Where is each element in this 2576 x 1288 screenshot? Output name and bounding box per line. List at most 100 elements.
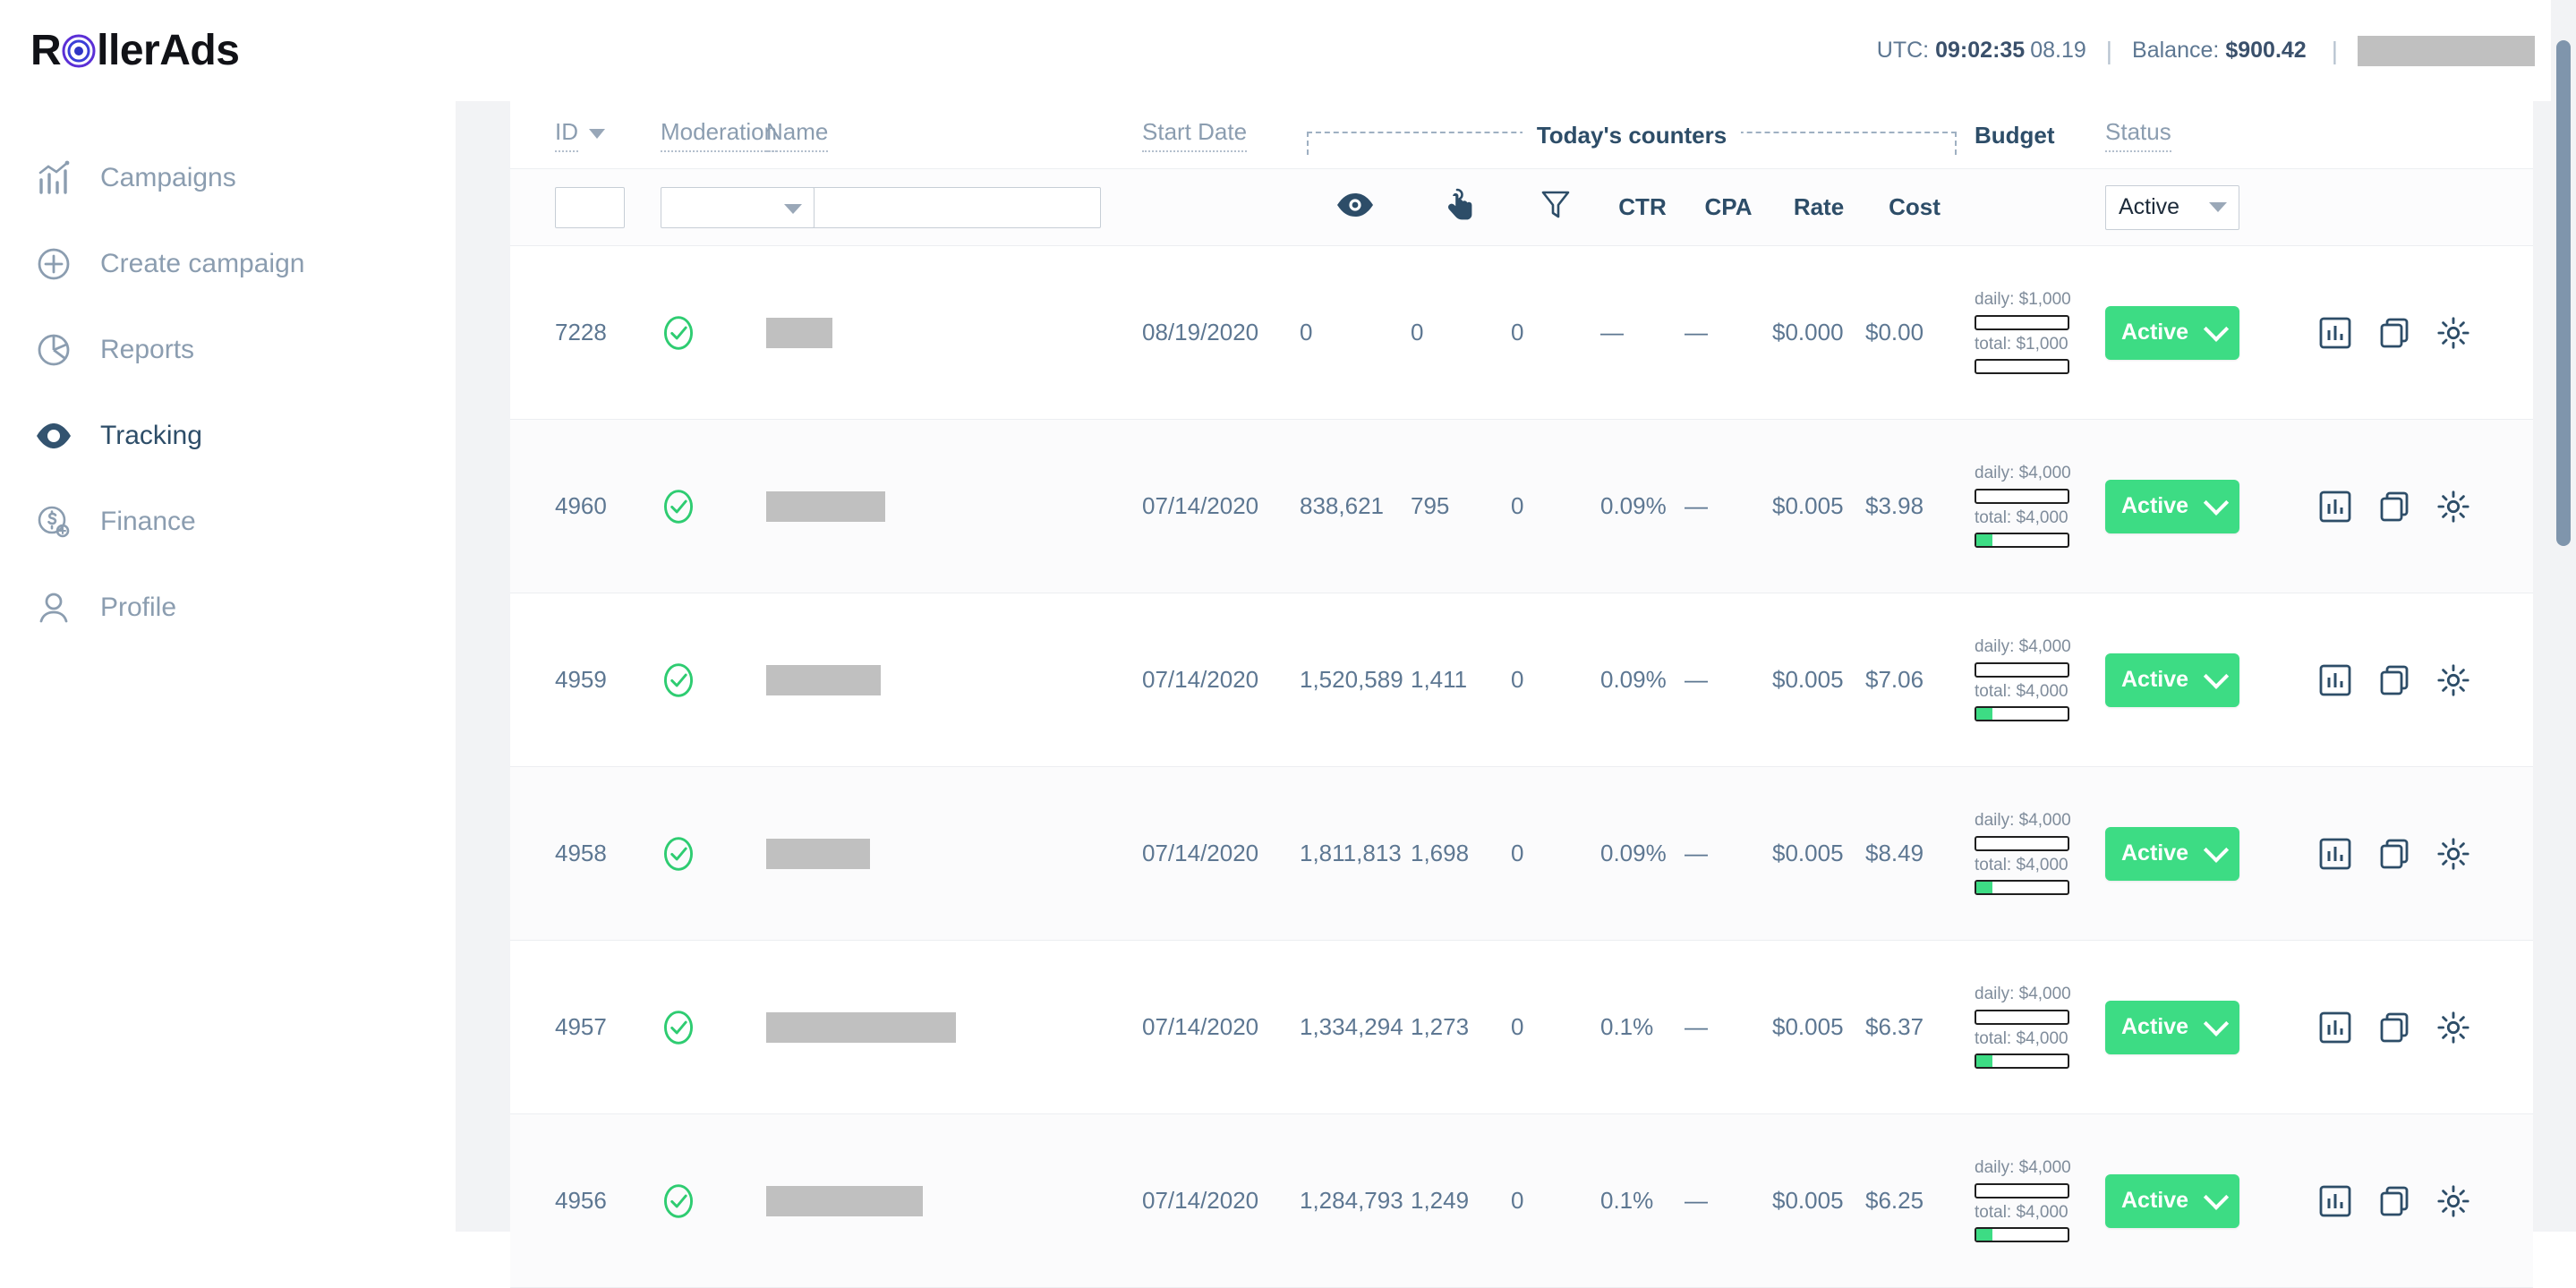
cell-name[interactable] xyxy=(766,1012,1142,1043)
stats-icon[interactable] xyxy=(2318,837,2352,871)
copy-icon[interactable] xyxy=(2377,1011,2411,1045)
cell-start-date: 07/14/2020 xyxy=(1142,492,1300,520)
cell-name[interactable] xyxy=(766,665,1142,695)
counter-header-cpa[interactable]: CPA xyxy=(1685,193,1772,221)
gear-icon[interactable] xyxy=(2436,1011,2470,1045)
table-row[interactable]: 4958 07/14/2020 1,811,813 1,698 0 0.09% … xyxy=(510,767,2533,941)
pie-chart-icon xyxy=(32,328,75,371)
cell-cpa: — xyxy=(1685,1013,1772,1041)
user-account-redacted[interactable] xyxy=(2358,36,2535,66)
brand-logo[interactable]: R llerAds xyxy=(30,26,239,75)
column-header-status-label: Status xyxy=(2105,118,2171,152)
status-dropdown-button[interactable]: Active xyxy=(2105,827,2239,881)
budget-daily-progress xyxy=(1975,1183,2069,1198)
column-header-id[interactable]: ID xyxy=(555,118,661,152)
cell-id: 4957 xyxy=(555,1013,661,1041)
sidebar-item-reports[interactable]: Reports xyxy=(0,307,456,393)
sidebar-item-tracking[interactable]: Tracking xyxy=(0,393,456,479)
copy-icon[interactable] xyxy=(2377,1184,2411,1218)
top-header-bar: R llerAds UTC: 09:02:35 08.19 | Balance:… xyxy=(0,0,2576,101)
table-row[interactable]: 7228 08/19/2020 0 0 0 — — $0.000 $0.00 d… xyxy=(510,246,2533,420)
status-dropdown-button[interactable]: Active xyxy=(2105,1174,2239,1228)
stats-icon[interactable] xyxy=(2318,663,2352,697)
copy-icon[interactable] xyxy=(2377,663,2411,697)
cell-cost: $0.00 xyxy=(1865,319,1964,346)
cell-start-date: 07/14/2020 xyxy=(1142,1187,1300,1215)
stats-icon[interactable] xyxy=(2318,1184,2352,1218)
cell-cpa: — xyxy=(1685,840,1772,867)
brand-logo-text-left: R xyxy=(30,26,61,75)
sidebar-item-label: Campaigns xyxy=(100,163,236,193)
column-header-name[interactable]: Name xyxy=(766,118,1142,152)
filter-status-select[interactable]: Active xyxy=(2105,185,2239,230)
status-dropdown-button[interactable]: Active xyxy=(2105,1001,2239,1054)
gear-icon[interactable] xyxy=(2436,837,2470,871)
sidebar-item-create-campaign[interactable]: Create campaign xyxy=(0,221,456,307)
counter-header-conversions[interactable] xyxy=(1511,189,1600,226)
page-scrollbar-track[interactable] xyxy=(2551,0,2576,1232)
cell-clicks: 795 xyxy=(1411,492,1511,520)
status-dropdown-button[interactable]: Active xyxy=(2105,306,2239,360)
counter-header-ctr[interactable]: CTR xyxy=(1600,193,1685,221)
budget-total-label: total: $4,000 xyxy=(1975,683,2071,702)
gear-icon[interactable] xyxy=(2436,663,2470,697)
budget-total-progress xyxy=(1975,359,2069,374)
filter-name-input[interactable] xyxy=(766,187,1101,228)
cell-name[interactable] xyxy=(766,318,1142,348)
gear-icon[interactable] xyxy=(2436,1184,2470,1218)
cell-name[interactable] xyxy=(766,839,1142,869)
copy-icon[interactable] xyxy=(2377,490,2411,524)
budget-daily-label: daily: $4,000 xyxy=(1975,465,2071,483)
cell-impressions: 0 xyxy=(1300,319,1411,346)
counter-header-impressions[interactable] xyxy=(1300,192,1411,223)
budget-daily-progress xyxy=(1975,662,2069,678)
column-header-moderation[interactable]: Moderation xyxy=(661,118,766,152)
copy-icon[interactable] xyxy=(2377,837,2411,871)
status-dropdown-button[interactable]: Active xyxy=(2105,653,2239,707)
counter-header-cost[interactable]: Cost xyxy=(1865,193,1964,221)
stats-icon[interactable] xyxy=(2318,1011,2352,1045)
copy-icon[interactable] xyxy=(2377,316,2411,350)
table-row[interactable]: 4960 07/14/2020 838,621 795 0 0.09% — $0… xyxy=(510,420,2533,593)
cell-id: 7228 xyxy=(555,319,661,346)
brand-logo-text-right: llerAds xyxy=(97,26,239,75)
table-header-row: ID Moderation Name Start Date Today's co… xyxy=(510,101,2533,169)
hand-click-icon xyxy=(1446,187,1476,227)
cell-id: 4958 xyxy=(555,840,661,867)
cell-name[interactable] xyxy=(766,1186,1142,1216)
cell-status: Active xyxy=(2105,827,2277,881)
gear-icon[interactable] xyxy=(2436,316,2470,350)
status-dropdown-button[interactable]: Active xyxy=(2105,480,2239,533)
budget-daily-label: daily: $1,000 xyxy=(1975,291,2071,310)
cell-clicks: 1,249 xyxy=(1411,1187,1511,1215)
sidebar-item-finance[interactable]: Finance xyxy=(0,479,456,565)
counter-header-clicks[interactable] xyxy=(1411,187,1511,227)
column-header-status[interactable]: Status xyxy=(2105,118,2277,152)
page-scrollbar-thumb[interactable] xyxy=(2556,40,2571,546)
cell-conversions: 0 xyxy=(1511,492,1600,520)
counter-header-rate[interactable]: Rate xyxy=(1772,193,1865,221)
sidebar-item-campaigns[interactable]: Campaigns xyxy=(0,135,456,221)
sidebar-item-label: Finance xyxy=(100,507,196,537)
moderation-approved-check-icon xyxy=(661,836,696,872)
user-icon xyxy=(32,586,75,629)
table-row[interactable]: 4957 07/14/2020 1,334,294 1,273 0 0.1% —… xyxy=(510,941,2533,1114)
stats-icon[interactable] xyxy=(2318,316,2352,350)
funnel-icon xyxy=(1541,189,1570,226)
column-header-start-date[interactable]: Start Date xyxy=(1142,118,1300,152)
filter-moderation-select[interactable] xyxy=(661,187,815,228)
cell-actions xyxy=(2277,1184,2533,1218)
cell-budget: daily: $4,000 total: $4,000 xyxy=(1975,638,2105,722)
cell-status: Active xyxy=(2105,480,2277,533)
campaign-name-redacted xyxy=(766,318,832,348)
filter-id-input[interactable] xyxy=(555,187,625,228)
table-row[interactable]: 4956 07/14/2020 1,284,793 1,249 0 0.1% —… xyxy=(510,1114,2533,1288)
gear-icon[interactable] xyxy=(2436,490,2470,524)
balance-display[interactable]: Balance: $900.42 xyxy=(2132,38,2312,64)
stats-icon[interactable] xyxy=(2318,490,2352,524)
sidebar-item-profile[interactable]: Profile xyxy=(0,565,456,651)
cell-id: 4960 xyxy=(555,492,661,520)
table-row[interactable]: 4959 07/14/2020 1,520,589 1,411 0 0.09% … xyxy=(510,593,2533,767)
budget-total-label: total: $4,000 xyxy=(1975,1030,2071,1049)
cell-name[interactable] xyxy=(766,491,1142,522)
